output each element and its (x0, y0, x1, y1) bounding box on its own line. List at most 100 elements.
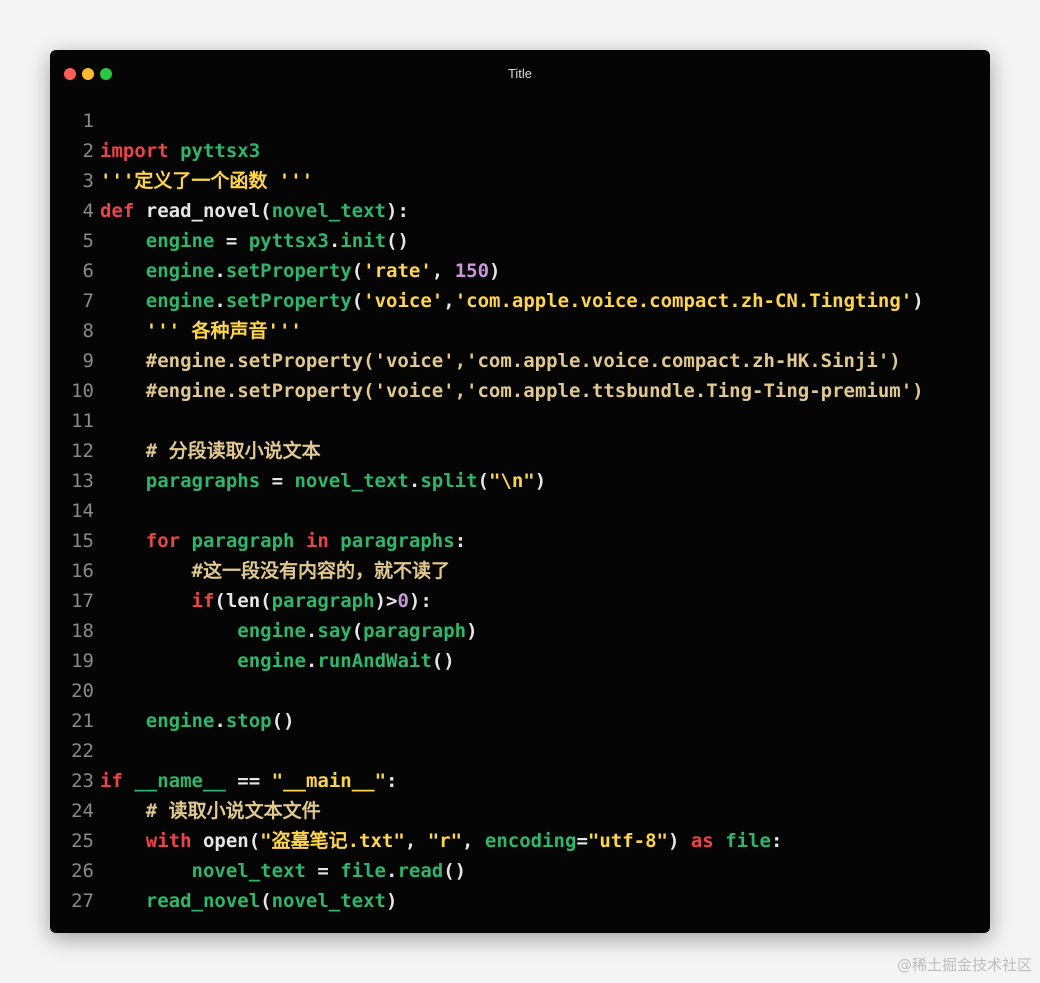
code-line: 27 read_novel(novel_text) (50, 886, 990, 916)
line-number: 26 (71, 860, 94, 882)
code-token: (len( (214, 590, 272, 612)
code-text: def read_novel(novel_text): (94, 196, 409, 226)
code-token: , (404, 830, 428, 852)
code-token: ( (351, 290, 364, 312)
code-text: '''定义了一个函数 ''' (94, 166, 313, 196)
code-line: 15 for paragraph in paragraphs: (50, 526, 990, 556)
code-text: #这一段没有内容的，就不读了 (94, 556, 450, 586)
code-line: 21 engine.stop() (50, 706, 990, 736)
code-token: ( (260, 890, 272, 912)
line-number: 9 (82, 350, 94, 372)
code-text: engine = pyttsx3.init() (94, 226, 409, 256)
code-token: () (386, 230, 409, 252)
code-text: # 分段读取小说文本 (94, 436, 321, 466)
code-line: 8 ''' 各种声音''' (50, 316, 990, 346)
code-token: "盗墓笔记.txt" (260, 830, 405, 852)
code-token: 'voice' (363, 290, 444, 312)
code-token: ): (408, 590, 432, 612)
code-token: . (386, 860, 398, 882)
code-token: 0 (397, 590, 409, 612)
code-token: if (100, 770, 123, 792)
code-window: Title 1 2 import pyttsx3 3 '''定义了一个函数 ''' 4 de… (50, 50, 990, 933)
code-text: import pyttsx3 (94, 136, 260, 166)
line-number: 2 (82, 140, 94, 162)
code-token: () (443, 860, 467, 882)
code-token: novel_text (191, 860, 306, 882)
code-token: paragraph (363, 620, 467, 642)
watermark: @稀土掘金技术社区 (896, 956, 1032, 974)
code-token: init (340, 230, 387, 252)
code-line: 1 (50, 106, 990, 136)
code-token: __name__ (134, 770, 226, 792)
code-token: engine (145, 290, 215, 312)
code-token: ) (667, 830, 691, 852)
code-line: 14 (50, 496, 990, 526)
code-text: ''' 各种声音''' (94, 316, 302, 346)
line-number: 11 (71, 410, 94, 432)
code-token: # 分段读取小说文本 (100, 440, 321, 462)
title-bar: Title (50, 50, 990, 98)
code-line: 13 paragraphs = novel_text.split("\n") (50, 466, 990, 496)
code-editor[interactable]: 1 2 import pyttsx3 3 '''定义了一个函数 ''' 4 def read… (50, 106, 990, 916)
code-token: == (225, 770, 272, 792)
code-token: 150 (454, 260, 490, 282)
code-line: 3 '''定义了一个函数 ''' (50, 166, 990, 196)
code-token: ( (351, 260, 364, 282)
code-text: for paragraph in paragraphs: (94, 526, 466, 556)
code-text: engine.say(paragraph) (94, 616, 478, 646)
code-token: ''' 各种声音''' (145, 320, 302, 342)
code-text: if __name__ == "__main__": (94, 766, 397, 796)
line-number: 18 (71, 620, 94, 642)
line-number: 19 (71, 650, 94, 672)
code-token: () (271, 710, 295, 732)
code-token: . (214, 290, 226, 312)
line-number: 5 (82, 230, 94, 252)
line-number: 24 (71, 800, 94, 822)
code-token: for (145, 530, 181, 552)
code-token: ( (477, 470, 489, 492)
code-token: ) (466, 620, 478, 642)
code-token: paragraphs (340, 530, 455, 552)
code-line: 5 engine = pyttsx3.init() (50, 226, 990, 256)
line-number: 21 (71, 710, 94, 732)
line-number: 3 (82, 170, 94, 192)
code-line: 6 engine.setProperty('rate', 150) (50, 256, 990, 286)
code-token: say (317, 620, 352, 642)
code-line: 26 novel_text = file.read() (50, 856, 990, 886)
code-token: paragraph (191, 530, 295, 552)
code-token: , (431, 260, 455, 282)
code-token: #engine.setProperty('voice','com.apple.v… (100, 350, 901, 372)
code-line: 25 with open("盗墓笔记.txt", "r", encoding="… (50, 826, 990, 856)
code-token: "utf-8" (587, 830, 668, 852)
code-token: setProperty (225, 260, 352, 282)
code-token: . (305, 620, 318, 642)
code-line: 4 def read_novel(novel_text): (50, 196, 990, 226)
code-token: . (214, 260, 226, 282)
code-token: () (431, 650, 455, 672)
code-text: engine.stop() (94, 706, 295, 736)
code-token: = (214, 230, 249, 252)
line-number: 23 (71, 770, 94, 792)
code-token: "r" (427, 830, 463, 852)
code-token: = (260, 470, 295, 492)
code-token: ) (534, 470, 547, 492)
code-token: novel_text (271, 200, 386, 222)
code-text: novel_text = file.read() (94, 856, 467, 886)
code-token: . (408, 470, 421, 492)
code-text: engine.setProperty('rate', 150) (94, 256, 501, 286)
code-token: novel_text (294, 470, 409, 492)
code-token: setProperty (225, 290, 352, 312)
code-line: 18 engine.say(paragraph) (50, 616, 990, 646)
